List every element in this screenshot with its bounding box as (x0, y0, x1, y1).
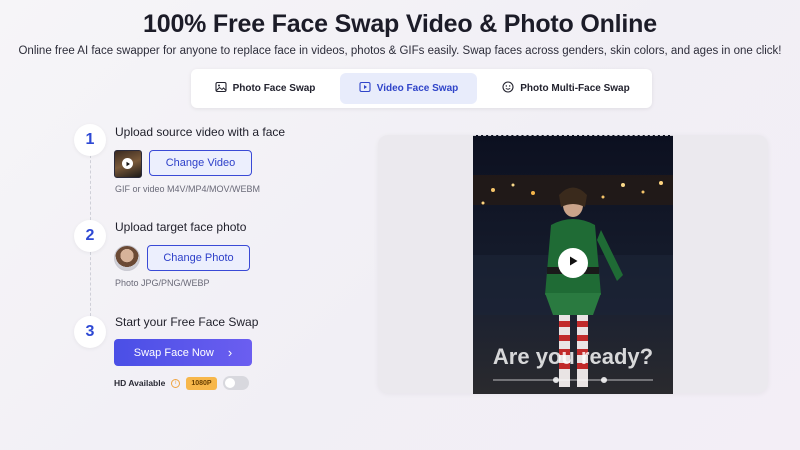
chevron-right-icon: › (227, 345, 233, 360)
hd-option: HD Available i 1080P (114, 376, 249, 390)
image-icon (215, 81, 227, 96)
tab-label: Photo Face Swap (232, 83, 316, 94)
photo-format-hint: Photo JPG/PNG/WEBP (115, 278, 210, 288)
preview-video[interactable]: Are you ready? (473, 135, 673, 394)
mode-tabs: Photo Face Swap Video Face Swap Photo Mu… (191, 69, 652, 108)
change-photo-button[interactable]: Change Photo (147, 245, 250, 271)
resolution-badge: 1080P (186, 376, 217, 390)
progress-marker (553, 377, 559, 383)
video-caption: Are you ready? (492, 344, 654, 369)
info-icon[interactable]: i (171, 378, 181, 388)
multi-face-icon (502, 81, 514, 96)
step-number-2: 2 (74, 220, 106, 252)
swap-face-now-button[interactable]: Swap Face Now › (114, 339, 252, 366)
play-icon (567, 254, 579, 272)
tab-video-face-swap[interactable]: Video Face Swap (340, 73, 477, 104)
tab-label: Photo Multi-Face Swap (520, 83, 630, 94)
step-1-title: Upload source video with a face (115, 125, 286, 139)
target-face-avatar[interactable] (114, 245, 140, 271)
play-icon (122, 158, 133, 169)
source-video-thumbnail[interactable] (114, 150, 142, 178)
page-title: 100% Free Face Swap Video & Photo Online (143, 10, 657, 38)
hd-toggle[interactable] (222, 376, 249, 390)
tab-photo-face-swap[interactable]: Photo Face Swap (195, 73, 335, 104)
tab-photo-multi-face-swap[interactable]: Photo Multi-Face Swap (491, 73, 641, 104)
step-3-title: Start your Free Face Swap (115, 315, 259, 329)
video-format-hint: GIF or video M4V/MP4/MOV/WEBM (115, 184, 261, 194)
step-2-title: Upload target face photo (115, 220, 247, 234)
play-button[interactable] (558, 248, 588, 278)
preview-crop-border (473, 135, 673, 137)
step-number-3: 3 (74, 316, 106, 348)
tab-label: Video Face Swap (376, 83, 459, 94)
hd-label: HD Available (114, 378, 166, 388)
video-progress-track[interactable] (493, 377, 653, 383)
change-video-button[interactable]: Change Video (149, 150, 252, 176)
step-connector (90, 155, 91, 220)
swap-button-label: Swap Face Now (133, 346, 214, 359)
video-icon (359, 81, 371, 96)
step-number-1: 1 (74, 124, 106, 156)
progress-marker (601, 377, 607, 383)
step-connector (90, 252, 91, 316)
page-subtitle: Online free AI face swapper for anyone t… (18, 45, 782, 57)
